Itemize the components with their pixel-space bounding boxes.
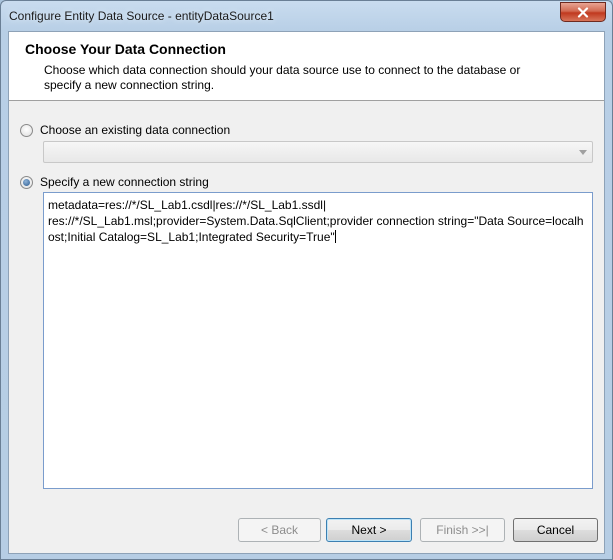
existing-connection-radio[interactable] xyxy=(20,123,33,137)
new-connection-label[interactable]: Specify a new connection string xyxy=(40,175,209,189)
dialog-client-area: Choose Your Data Connection Choose which… xyxy=(8,31,605,554)
connection-string-input[interactable]: metadata=res://*/SL_Lab1.csdl|res://*/SL… xyxy=(43,192,593,489)
finish-button[interactable]: Finish >>| xyxy=(420,518,505,542)
window-title: Configure Entity Data Source - entityDat… xyxy=(9,9,274,23)
title-bar[interactable]: Configure Entity Data Source - entityDat… xyxy=(1,1,612,31)
existing-connection-dropdown[interactable] xyxy=(43,141,593,163)
wizard-header: Choose Your Data Connection Choose which… xyxy=(9,32,604,101)
cancel-button[interactable]: Cancel xyxy=(513,518,598,542)
chevron-down-icon xyxy=(579,150,587,155)
existing-connection-option[interactable]: Choose an existing data connection xyxy=(20,123,230,137)
new-connection-radio[interactable] xyxy=(20,175,33,189)
close-button[interactable] xyxy=(560,2,606,22)
page-title: Choose Your Data Connection xyxy=(25,41,226,57)
new-connection-option[interactable]: Specify a new connection string xyxy=(20,175,209,189)
existing-connection-label[interactable]: Choose an existing data connection xyxy=(40,123,230,137)
next-button[interactable]: Next > xyxy=(326,518,412,542)
close-icon xyxy=(577,6,589,18)
page-description: Choose which data connection should your… xyxy=(44,63,521,92)
dialog-window: Configure Entity Data Source - entityDat… xyxy=(0,0,613,560)
back-button[interactable]: < Back xyxy=(238,518,321,542)
connection-string-text: metadata=res://*/SL_Lab1.csdl|res://*/SL… xyxy=(48,198,584,244)
text-caret xyxy=(334,230,336,243)
